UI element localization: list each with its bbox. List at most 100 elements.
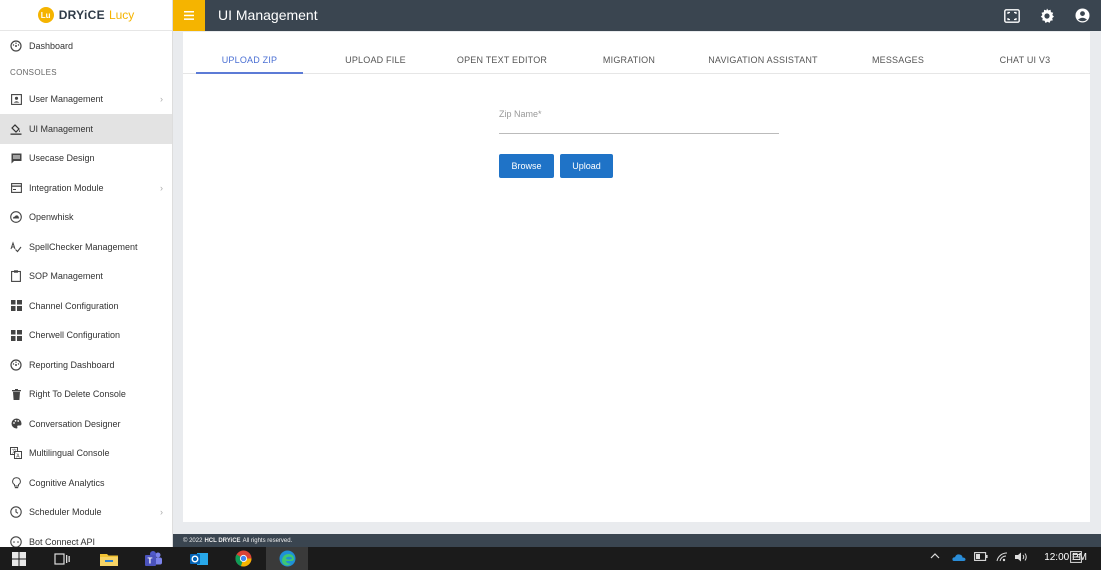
tab-chat-ui-v3[interactable]: CHAT UI V3 [973,46,1077,74]
notification-icon[interactable] [1070,551,1082,565]
file-explorer-icon[interactable] [90,547,128,570]
clipboard-icon [10,270,22,283]
zip-name-field[interactable]: Zip Name* [499,102,779,134]
sidebar-item-label: Scheduler Module [29,507,102,518]
sidebar-item-multilingual-console[interactable]: 文A Multilingual Console [0,439,172,469]
sidebar-item-reporting-dashboard[interactable]: Reporting Dashboard [0,350,172,380]
sidebar: Lu DRYiCE Lucy Dashboard CONSOLES User M… [0,0,173,547]
tab-open-text-editor[interactable]: OPEN TEXT EDITOR [443,46,561,74]
grid-icon [10,300,22,312]
sidebar-item-integration-module[interactable]: Integration Module › [0,173,172,203]
chevron-up-icon[interactable] [930,552,940,562]
tab-upload-file[interactable]: UPLOAD FILE [323,46,428,74]
sidebar-item-label: Integration Module [29,182,104,193]
wifi-icon[interactable] [996,552,1008,564]
sidebar-item-spellchecker-management[interactable]: SpellChecker Management [0,232,172,262]
spellcheck-icon [10,241,22,253]
sidebar-item-label: Cognitive Analytics [29,477,105,488]
dashboard-icon [10,359,22,371]
sidebar-item-dashboard[interactable]: Dashboard [0,31,172,61]
volume-icon[interactable] [1015,552,1029,564]
footer-company: HCL DRYiCE [204,537,241,544]
svg-text:T: T [148,556,153,565]
fullscreen-icon[interactable] [1003,7,1020,24]
sidebar-item-label: Bot Connect API [29,536,96,547]
active-tab-indicator [196,72,303,74]
sidebar-item-user-management[interactable]: User Management › [0,85,172,115]
sidebar-item-label: Channel Configuration [29,300,119,311]
os-taskbar: T 12:00 PM [0,547,1101,570]
sidebar-item-label: User Management [29,94,104,105]
sidebar-item-label: SpellChecker Management [29,241,138,252]
sidebar-item-sop-management[interactable]: SOP Management [0,262,172,292]
top-header: UI Management [173,0,1101,31]
cloud-icon [10,211,22,224]
trash-icon [10,388,22,400]
sidebar-item-ui-management[interactable]: UI Management [0,114,172,144]
logo-product-text: Lucy [108,8,135,22]
sidebar-item-label: Openwhisk [29,212,74,223]
dashboard-icon [10,40,22,52]
footer-rights: All rights reserved. [242,537,293,544]
palette-icon [10,418,22,430]
sidebar-item-scheduler-module[interactable]: Scheduler Module › [0,498,172,528]
tab-messages[interactable]: MESSAGES [853,46,943,74]
menu-icon [184,8,194,23]
sidebar-item-usecase-design[interactable]: Usecase Design [0,144,172,174]
clock-icon [10,506,22,518]
footer: © 2022 HCL DRYiCE All rights reserved. [173,534,1101,547]
sidebar-item-cherwell-configuration[interactable]: Cherwell Configuration [0,321,172,351]
sidebar-item-conversation-designer[interactable]: Conversation Designer [0,409,172,439]
sidebar-section-consoles: CONSOLES [10,68,57,77]
browse-button[interactable]: Browse [499,154,554,178]
sidebar-item-channel-configuration[interactable]: Channel Configuration [0,291,172,321]
paint-bucket-icon [10,123,22,135]
logo-brand-text: DRYiCE [58,8,105,22]
user-icon [10,93,22,105]
app-window: Lu DRYiCE Lucy Dashboard CONSOLES User M… [0,0,1101,547]
sidebar-item-label: Usecase Design [29,153,95,164]
tab-bar: UPLOAD ZIP UPLOAD FILE OPEN TEXT EDITOR … [183,46,1090,74]
gear-icon[interactable] [1038,7,1055,24]
outlook-icon[interactable] [180,547,218,570]
windows-start-icon[interactable] [0,547,38,570]
sidebar-item-cognitive-analytics[interactable]: Cognitive Analytics [0,468,172,498]
task-view-icon[interactable] [43,547,81,570]
sidebar-item-label: Multilingual Console [29,448,110,459]
tab-migration[interactable]: MIGRATION [583,46,675,74]
page-title: UI Management [218,7,318,23]
sidebar-item-label: SOP Management [29,271,103,282]
footer-copyright: © 2022 [183,537,203,544]
chevron-right-icon: › [160,94,163,105]
sidebar-item-bot-connect-api[interactable]: Bot Connect API [0,527,172,547]
tab-upload-zip[interactable]: UPLOAD ZIP [196,46,303,74]
chevron-right-icon: › [160,507,163,518]
sidebar-item-right-to-delete-console[interactable]: Right To Delete Console [0,380,172,410]
logo[interactable]: Lu DRYiCE Lucy [0,0,172,31]
sidebar-item-label: Dashboard [29,40,74,51]
account-icon[interactable] [1074,7,1091,24]
tab-navigation-assistant[interactable]: NAVIGATION ASSISTANT [693,46,833,74]
sidebar-item-label: UI Management [29,123,94,134]
sidebar-item-openwhisk[interactable]: Openwhisk [0,203,172,233]
teams-icon[interactable]: T [134,547,172,570]
api-icon [10,536,22,547]
chrome-icon[interactable] [224,547,262,570]
bulb-icon [10,476,22,489]
sidebar-item-label: Reporting Dashboard [29,359,115,370]
zip-name-input[interactable] [499,102,779,133]
card-icon [10,182,22,194]
sidebar-item-label: Right To Delete Console [29,389,126,400]
chevron-right-icon: › [160,182,163,193]
logo-badge: Lu [37,7,54,23]
sidebar-item-label: Conversation Designer [29,418,121,429]
battery-icon[interactable] [974,552,988,563]
grid-icon [10,329,22,341]
edge-icon[interactable] [266,547,308,570]
main-card: UPLOAD ZIP UPLOAD FILE OPEN TEXT EDITOR … [183,32,1090,522]
sidebar-item-label: Cherwell Configuration [29,330,121,341]
translate-icon: 文A [10,447,22,460]
menu-toggle-button[interactable] [173,0,205,31]
upload-button[interactable]: Upload [560,154,613,178]
onedrive-icon[interactable] [952,552,966,564]
